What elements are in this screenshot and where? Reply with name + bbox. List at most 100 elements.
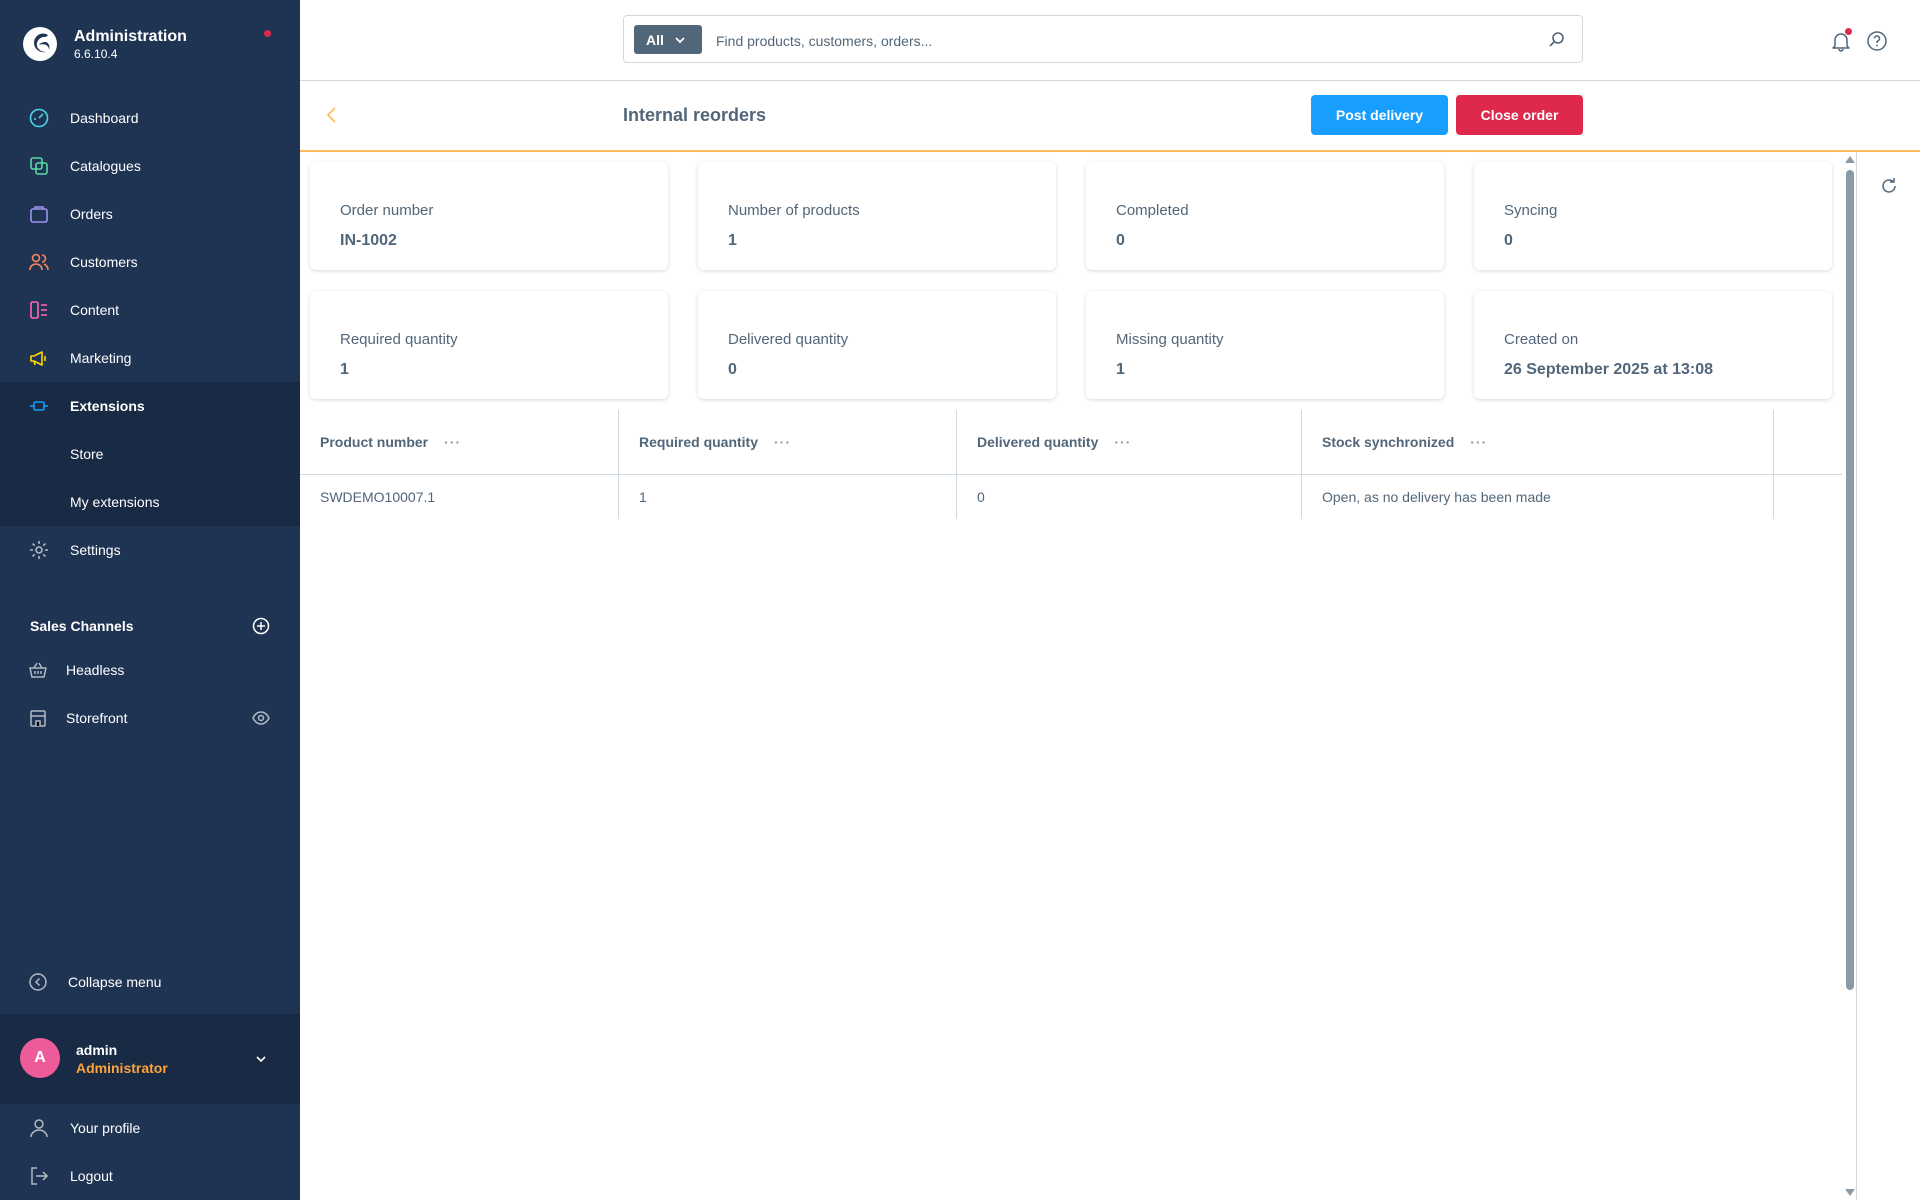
nav-item-content[interactable]: Content	[0, 286, 300, 334]
column-header-actions	[1774, 410, 1842, 474]
chevron-down-icon	[675, 36, 685, 43]
card-order-number: Order number IN-1002	[310, 162, 668, 270]
scroll-up-arrow-icon[interactable]	[1845, 156, 1855, 163]
refresh-icon[interactable]	[1879, 176, 1899, 196]
card-missing-quantity: Missing quantity 1	[1086, 291, 1444, 399]
notification-badge	[1845, 28, 1852, 35]
search-input[interactable]	[714, 26, 1518, 56]
nav-item-extensions[interactable]: Extensions	[0, 382, 300, 430]
card-created-on: Created on 26 September 2025 at 13:08	[1474, 291, 1832, 399]
card-value: 26 September 2025 at 13:08	[1504, 361, 1714, 378]
your-profile-link[interactable]: Your profile	[0, 1104, 300, 1152]
megaphone-icon	[30, 351, 46, 366]
cell-delivered-quantity: 0	[957, 475, 1302, 519]
brand-version: 6.6.10.4	[74, 47, 118, 61]
search-type-select[interactable]: All	[634, 25, 702, 54]
column-header-product-number[interactable]: Product number ···	[300, 410, 619, 474]
scroll-down-arrow-icon[interactable]	[1845, 1189, 1855, 1196]
search-icon[interactable]	[1548, 30, 1566, 48]
card-label: Missing quantity	[1116, 331, 1224, 348]
table-row[interactable]: SWDEMO10007.1 1 0 Open, as no delivery h…	[300, 475, 1842, 519]
sidebar: Administration 6.6.10.4 Dashboard Catalo…	[0, 0, 300, 1200]
gear-icon	[30, 541, 48, 559]
nav-label: Store	[70, 446, 104, 462]
card-required-quantity: Required quantity 1	[310, 291, 668, 399]
eye-icon[interactable]	[252, 709, 270, 727]
content-icon	[30, 301, 47, 319]
scroll-thumb[interactable]	[1846, 170, 1854, 990]
column-header-required-quantity[interactable]: Required quantity ···	[619, 410, 957, 474]
data-grid: Product number ··· Required quantity ···…	[300, 410, 1842, 519]
cell-required-quantity: 1	[619, 475, 957, 519]
catalogues-icon	[30, 157, 48, 175]
extensions-plug-icon	[30, 401, 48, 411]
column-options-icon[interactable]: ···	[444, 434, 461, 450]
sales-channels-title: Sales Channels	[30, 618, 134, 634]
nav-label: My extensions	[70, 494, 160, 510]
collapse-menu-button[interactable]: Collapse menu	[28, 958, 161, 1006]
nav-item-catalogues[interactable]: Catalogues	[0, 142, 300, 190]
user-panel[interactable]: A admin Administrator	[0, 1014, 300, 1104]
column-options-icon[interactable]: ···	[1470, 434, 1487, 450]
help-icon[interactable]	[1866, 30, 1888, 52]
post-delivery-button[interactable]: Post delivery	[1311, 95, 1448, 135]
nav-item-marketing[interactable]: Marketing	[0, 334, 300, 382]
brand[interactable]: Administration 6.6.10.4	[22, 22, 187, 66]
card-label: Syncing	[1504, 202, 1558, 219]
collapse-menu-label: Collapse menu	[68, 974, 162, 990]
card-label: Delivered quantity	[728, 331, 849, 348]
basket-icon	[29, 662, 47, 678]
grid-header-row: Product number ··· Required quantity ···…	[300, 410, 1842, 475]
nav-item-dashboard[interactable]: Dashboard	[0, 94, 300, 142]
logout-link[interactable]: Logout	[0, 1152, 300, 1200]
nav-item-my-extensions[interactable]: My extensions	[0, 478, 300, 526]
sales-channel-storefront[interactable]: Storefront	[0, 694, 300, 742]
status-dot	[264, 30, 271, 37]
avatar: A	[20, 1038, 60, 1078]
sales-channels-header: Sales Channels	[30, 612, 270, 640]
card-label: Created on	[1504, 331, 1579, 348]
card-completed: Completed 0	[1086, 162, 1444, 270]
nav-label: Settings	[70, 542, 121, 558]
column-options-icon[interactable]: ···	[1114, 434, 1131, 450]
smart-bar: Internal reorders Post delivery Close or…	[300, 81, 1920, 152]
column-header-delivered-quantity[interactable]: Delivered quantity ···	[957, 410, 1302, 474]
card-label: Number of products	[728, 202, 860, 219]
nav-item-store[interactable]: Store	[0, 430, 300, 478]
column-header-stock-synchronized[interactable]: Stock synchronized ···	[1302, 410, 1774, 474]
nav-item-customers[interactable]: Customers	[0, 238, 300, 286]
extensions-submenu: Store My extensions	[0, 430, 300, 526]
sales-channel-headless[interactable]: Headless	[0, 646, 300, 694]
nav-label: Marketing	[70, 350, 132, 366]
brand-title: Administration	[74, 28, 187, 45]
card-delivered-quantity: Delivered quantity 0	[698, 291, 1056, 399]
sales-channels-list: Headless Storefront	[0, 646, 300, 742]
card-syncing: Syncing 0	[1474, 162, 1832, 270]
chevron-down-icon[interactable]	[254, 1052, 268, 1066]
card-label: Completed	[1116, 202, 1189, 219]
nav-label: Catalogues	[70, 158, 141, 174]
logout-icon	[31, 1167, 49, 1185]
nav-label: Logout	[70, 1168, 113, 1184]
card-label: Order number	[340, 202, 434, 219]
add-sales-channel-icon[interactable]	[252, 617, 270, 635]
column-options-icon[interactable]: ···	[774, 434, 791, 450]
card-value: 1	[340, 361, 349, 378]
content-scrollbar[interactable]	[1844, 156, 1855, 1196]
shopware-logo-icon	[23, 27, 57, 61]
nav-label: Content	[70, 302, 120, 318]
user-icon	[30, 1119, 48, 1138]
card-value: IN-1002	[340, 232, 397, 249]
nav-label: Orders	[70, 206, 113, 222]
card-value: 0	[728, 361, 737, 378]
sidebar-actions-rail	[1856, 152, 1920, 1200]
user-role: Administrator	[76, 1060, 168, 1076]
nav-item-settings[interactable]: Settings	[0, 526, 300, 574]
chevron-left-icon[interactable]	[324, 105, 340, 125]
chevron-left-circle-icon	[29, 973, 47, 991]
close-order-button[interactable]: Close order	[1456, 95, 1583, 135]
card-value: 0	[1504, 232, 1513, 249]
card-value: 1	[728, 232, 737, 249]
cell-actions	[1774, 475, 1842, 519]
nav-item-orders[interactable]: Orders	[0, 190, 300, 238]
